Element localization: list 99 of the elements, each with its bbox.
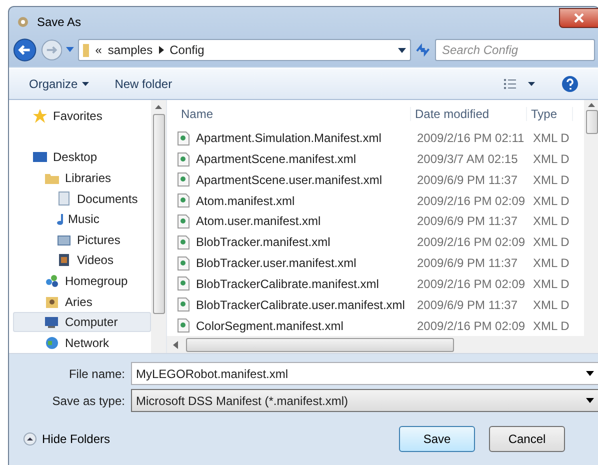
type-cell-text: XML D (532, 318, 570, 333)
dropdown-arrow-icon[interactable] (586, 371, 594, 376)
scrollbar[interactable] (151, 100, 166, 353)
file-name[interactable]: Atom.manifest.xml (177, 193, 411, 208)
xml-file-icon (177, 214, 190, 229)
xml-file-icon (177, 130, 190, 146)
scroll-left-icon[interactable] (173, 340, 178, 348)
date-cell-text: 2009/2/16 PM 02:09 (416, 194, 526, 208)
date-cell-text: 2009/2/16 PM 02:09 (416, 235, 526, 250)
chevron-icon[interactable] (158, 46, 164, 54)
field-label: File name: (68, 366, 126, 380)
sidebar-item[interactable]: Favorites (13, 106, 151, 127)
file-name[interactable]: ApartmentScene.user.manifest.xml (177, 172, 411, 188)
xml-file-icon (177, 152, 190, 166)
file-name[interactable]: ColorSegment.manifest.xml (177, 318, 411, 334)
music-note-icon (56, 212, 63, 226)
xml-file-icon (177, 234, 190, 250)
date-cell-text: 2009/2/16 PM 02:11 (416, 131, 526, 146)
document-icon (56, 190, 72, 207)
collapse-icon (23, 432, 37, 446)
sidebar-item[interactable]: Pictures (13, 230, 151, 250)
file-name[interactable]: ApartmentScene.manifest.xml (177, 152, 411, 166)
date-cell-text: 2009/3/7 AM 02:15 (416, 152, 519, 166)
globe-icon (44, 334, 60, 351)
date-cell-text: 2009/6/9 PM 11:37 (416, 256, 519, 270)
file-name-field[interactable]: MyLEGORobot.manifest.xml (131, 362, 598, 385)
dialog-button[interactable]: Cancel (489, 426, 565, 452)
file-name[interactable]: Atom.user.manifest.xml (177, 214, 411, 229)
sidebar-item[interactable]: Documents (13, 188, 151, 209)
xml-file-icon (177, 276, 190, 292)
dialog-button[interactable]: Save (399, 426, 475, 452)
scrollbar[interactable] (584, 100, 598, 336)
breadcrumb-overflow[interactable]: « (95, 43, 102, 57)
close-button[interactable] (559, 8, 598, 28)
type-cell-text: XML D (532, 131, 570, 146)
sidebar-item[interactable]: Music (13, 208, 151, 230)
sidebar-item[interactable]: Libraries (13, 168, 151, 188)
sidebar-item[interactable]: Network (13, 332, 151, 354)
dropdown-arrow-icon[interactable] (528, 82, 535, 86)
film-icon (56, 252, 72, 268)
sidebar-item[interactable]: Aries (13, 291, 151, 312)
file-name[interactable]: BlobTracker.user.manifest.xml (177, 256, 411, 271)
sidebar-item[interactable]: Computer (13, 312, 151, 332)
type-cell-text: XML D (532, 298, 570, 312)
breadcrumb[interactable]: Config (170, 43, 204, 57)
file-name[interactable]: BlobTrackerCalibrate.user.manifest.xml (177, 297, 411, 312)
type-cell-text: XML D (532, 152, 570, 166)
scroll-up-icon[interactable] (588, 103, 595, 107)
type-cell-text: XML D (532, 235, 570, 250)
type-cell-text: XML D (532, 194, 570, 208)
type-cell-text: XML D (532, 214, 570, 228)
xml-file-icon (177, 256, 190, 271)
window-title: Save As (37, 14, 82, 28)
sidebar-item[interactable]: Videos (13, 250, 151, 271)
dropdown-arrow-icon[interactable] (398, 48, 406, 52)
column-header[interactable]: Date modified (411, 106, 527, 121)
folder-icon (83, 44, 90, 56)
date-cell-text: 2009/6/9 PM 11:37 (416, 172, 519, 187)
new-folder-button[interactable]: New folder (114, 77, 172, 91)
xml-file-icon (177, 172, 190, 188)
date-cell-text: 2009/2/16 PM 02:09 (416, 276, 526, 291)
back-icon[interactable] (13, 38, 37, 62)
dropdown-arrow-icon[interactable] (82, 82, 89, 86)
refresh-icon[interactable] (415, 43, 431, 57)
breadcrumb[interactable]: samples (108, 43, 153, 57)
address-bar[interactable]: « samples Config (78, 39, 412, 61)
file-name[interactable]: BlobTrackerCalibrate.manifest.xml (177, 276, 411, 292)
file-type-dropdown[interactable]: Microsoft DSS Manifest (*.manifest.xml) (131, 389, 598, 412)
scroll-up-icon[interactable] (155, 105, 162, 109)
scroll-thumb[interactable] (186, 338, 454, 352)
file-name[interactable]: BlobTracker.manifest.xml (177, 234, 411, 250)
field-label: Save as type: (51, 394, 126, 408)
xml-file-icon (177, 297, 190, 312)
type-cell-text: XML D (532, 172, 570, 187)
horizontal-scrollbar[interactable] (167, 336, 598, 353)
hide-folders-button[interactable]: Hide Folders (23, 432, 110, 446)
view-list-icon (502, 76, 518, 92)
computer-icon (44, 314, 60, 330)
search-field[interactable]: Search Config (435, 39, 595, 61)
date-cell-text: 2009/6/9 PM 11:37 (416, 298, 519, 312)
column-header[interactable]: Type (527, 106, 573, 121)
scroll-thumb[interactable] (152, 114, 164, 314)
column-header[interactable]: Name (177, 106, 411, 121)
date-cell-text: 2009/6/9 PM 11:37 (416, 214, 519, 228)
xml-file-icon (177, 318, 190, 334)
sidebar-item[interactable]: Desktop (13, 147, 151, 168)
close-icon (573, 12, 585, 22)
type-cell-text: XML D (532, 276, 570, 291)
homegroup-icon (44, 273, 60, 289)
organize-menu[interactable]: Organize (29, 77, 78, 91)
date-cell-text: 2009/2/16 PM 02:09 (416, 318, 526, 333)
help-icon[interactable] (561, 75, 579, 93)
type-cell-text: XML D (532, 256, 570, 270)
file-name[interactable]: Apartment.Simulation.Manifest.xml (177, 130, 411, 146)
dropdown-arrow-icon[interactable] (586, 398, 594, 403)
xml-file-icon (177, 193, 190, 208)
sidebar-item[interactable]: Homegroup (13, 270, 151, 292)
scroll-thumb[interactable] (586, 110, 598, 134)
star-icon (32, 108, 48, 124)
